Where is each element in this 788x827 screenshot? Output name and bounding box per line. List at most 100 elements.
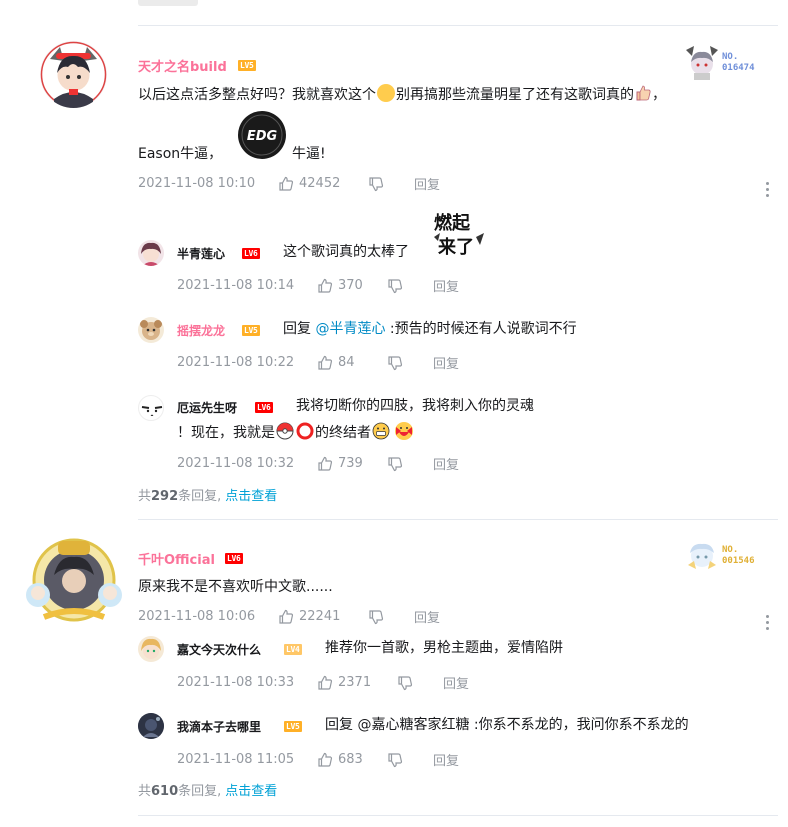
reply-text: 回复 @嘉心糖客家红糖 :你系不系龙的，我问你系不系龙的 [325, 717, 689, 733]
like-button[interactable]: 739 [317, 456, 387, 472]
reply-username[interactable]: 嘉文今天次什么 [177, 641, 261, 658]
more-options-icon[interactable] [766, 615, 770, 631]
fan-badge-icon [688, 543, 716, 569]
user-avatar[interactable] [24, 535, 124, 625]
level-badge: LV6 [255, 402, 273, 413]
reply-username[interactable]: 半青莲心 [177, 245, 225, 262]
reply-text: 我将切断你的四肢，我将刺入你的灵魂 [296, 398, 534, 414]
reply-button[interactable]: 回复 [433, 276, 459, 295]
comment-text: Eason牛逼， [138, 143, 222, 165]
like-button[interactable]: 22241 [278, 609, 368, 625]
reply-button[interactable]: 回复 [414, 607, 440, 626]
level-badge: LV5 [242, 325, 260, 336]
reply-meta: 2021-11-08 10:33 2371 回复 [177, 673, 469, 692]
reply-button[interactable]: 回复 [433, 750, 459, 769]
reply-button[interactable]: 回复 [414, 174, 440, 193]
reply-button[interactable]: 回复 [433, 353, 459, 372]
previous-content-edge [138, 0, 198, 6]
fan-badge-number: NO. 016474 [722, 52, 755, 73]
dislike-button[interactable] [368, 609, 414, 625]
avatar-image [140, 320, 162, 340]
timestamp: 2021-11-08 10:14 [177, 278, 295, 293]
avatar-image [141, 242, 161, 266]
divider [138, 815, 778, 816]
timestamp: 2021-11-08 10:33 [177, 675, 295, 690]
like-button[interactable]: 683 [317, 752, 387, 768]
grin-emoji-icon [372, 422, 390, 440]
dislike-button[interactable] [387, 752, 433, 768]
like-button[interactable]: 370 [317, 278, 387, 294]
level-badge: LV4 [284, 644, 302, 655]
avatar-image [138, 713, 164, 739]
thumbs-down-icon [388, 456, 403, 471]
thumbs-up-icon [279, 609, 294, 624]
like-count: 2371 [338, 675, 372, 690]
reply-username[interactable]: 我滴本子去哪里 [177, 718, 261, 735]
smirk-emoji-icon [377, 84, 395, 102]
reply-button[interactable]: 回复 [433, 454, 459, 473]
like-count: 22241 [299, 609, 341, 624]
reply-avatar[interactable] [138, 636, 164, 662]
view-more-link[interactable]: 点击查看 [225, 489, 277, 504]
mask-emoji-icon [393, 420, 415, 442]
dislike-button[interactable] [368, 176, 414, 192]
like-button[interactable]: 42452 [278, 176, 368, 192]
mention-link[interactable]: @半青莲心 [315, 321, 385, 337]
dislike-button[interactable] [387, 278, 433, 294]
reply-meta: 2021-11-08 11:05 683 回复 [177, 750, 459, 769]
fan-badge: NO. 001546 [684, 539, 774, 575]
like-count: 370 [338, 278, 363, 293]
reply-count: 610 [151, 784, 179, 799]
thumbs-up-icon [318, 675, 333, 690]
view-more-link[interactable]: 点击查看 [225, 784, 277, 799]
dislike-button[interactable] [387, 355, 433, 371]
username[interactable]: 千叶Official [138, 549, 215, 568]
comment-text-segment: ， [652, 87, 666, 103]
reply-meta: 2021-11-08 10:32 739 回复 [177, 454, 459, 473]
comment-section: 天才之名build LV5 NO. 016474 以后这点活多整点好吗？我就喜欢… [0, 0, 788, 827]
dislike-button[interactable] [387, 456, 433, 472]
more-options-icon[interactable] [766, 182, 770, 198]
reply-avatar[interactable] [138, 713, 164, 739]
reply-meta: 2021-11-08 10:14 370 回复 [177, 276, 459, 295]
reply-avatar[interactable] [138, 240, 164, 266]
comment-text-segment: 别再搞那些流量明星了还有这歌词真的 [396, 87, 634, 103]
comment-text-segment: 以后这点活多整点好吗？我就喜欢这个 [138, 87, 376, 103]
level-badge: LV5 [284, 721, 302, 732]
divider [138, 25, 778, 26]
comment-text-segment: 牛逼! [292, 146, 326, 162]
reply-text-segment: ！现在，我就是 [177, 425, 275, 441]
reply-avatar[interactable] [138, 395, 164, 421]
reply-text: ！现在，我就是 的终结者 [177, 420, 417, 444]
reply-username[interactable]: 厄运先生呀 [177, 399, 237, 416]
reply-count-suffix: 条回复, [178, 784, 222, 799]
timestamp: 2021-11-08 10:06 [138, 609, 256, 624]
avatar-image [40, 41, 107, 108]
dislike-button[interactable] [397, 675, 443, 691]
like-count: 84 [338, 355, 355, 370]
reply-username[interactable]: 摇摆龙龙 [177, 322, 225, 339]
like-button[interactable]: 2371 [317, 675, 397, 691]
timestamp: 2021-11-08 11:05 [177, 752, 295, 767]
reply-text-prefix: 回复 [283, 321, 316, 337]
comment-meta: 2021-11-08 10:10 42452 回复 [138, 174, 440, 193]
like-button[interactable]: 84 [317, 355, 387, 371]
avatar-image [141, 638, 161, 659]
reply-count: 292 [151, 489, 179, 504]
red-circle-emoji-icon [296, 422, 314, 440]
reply-button[interactable]: 回复 [443, 673, 469, 692]
username[interactable]: 天才之名build [138, 56, 227, 75]
reply-count-prefix: 共 [138, 784, 152, 799]
thumbs-up-icon [318, 752, 333, 767]
thumbs-up-icon [318, 278, 333, 293]
avatar-frame-image [26, 538, 122, 622]
thumbs-up-icon [318, 456, 333, 471]
timestamp: 2021-11-08 10:32 [177, 456, 295, 471]
reply-meta: 2021-11-08 10:22 84 回复 [177, 353, 459, 372]
user-avatar[interactable] [40, 41, 107, 108]
comment-text-segment: Eason牛逼， [138, 146, 223, 162]
svg-text:来了: 来了 [437, 237, 474, 258]
reply-avatar[interactable] [138, 317, 164, 343]
pokeball-emoji-icon [276, 422, 294, 440]
divider [138, 519, 778, 520]
